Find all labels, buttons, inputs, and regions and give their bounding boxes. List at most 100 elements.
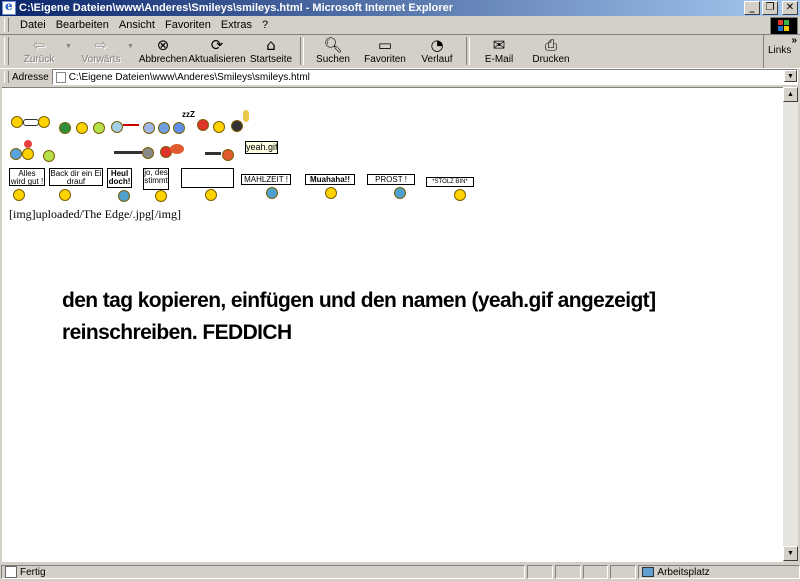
chevron-icon[interactable]: » (791, 35, 797, 46)
windows-logo-icon (770, 17, 798, 35)
peace-hand-icon (243, 110, 249, 122)
scroll-up-button[interactable]: ▲ (783, 87, 798, 102)
vertical-scrollbar[interactable]: ▲ ▼ (783, 87, 798, 561)
address-bar: Adresse C:\Eigene Dateien\www\Anderes\Sm… (0, 68, 800, 85)
menu-bearbeiten[interactable]: Bearbeiten (51, 19, 114, 31)
refresh-icon: ⟳ (210, 36, 224, 54)
smiley-icon (76, 122, 88, 134)
smiley-icon (222, 149, 234, 161)
smiley-icon (43, 150, 55, 162)
zzz-icon: zzZ (182, 110, 195, 119)
back-button[interactable]: ⇦ Zurück (13, 35, 65, 66)
smiley-icon (22, 148, 34, 160)
smiley-icon (325, 187, 337, 199)
mail-icon: ✉ (492, 36, 506, 54)
menu-extras[interactable]: Extras (216, 19, 257, 31)
scroll-down-button[interactable]: ▼ (783, 546, 798, 561)
zone-pane: Arbeitsplatz (638, 565, 800, 579)
page-content: zzZ yeah.gif Alles wird gut ! Back dir e… (2, 87, 783, 562)
address-url[interactable]: C:\Eigene Dateien\www\Anderes\Smileys\sm… (69, 72, 310, 83)
mail-button[interactable]: ✉ E-Mail (473, 35, 525, 66)
favorites-folder-icon: ▭ (377, 36, 393, 54)
search-button[interactable]: 🔍︎ Suchen (307, 35, 359, 66)
address-input[interactable]: C:\Eigene Dateien\www\Anderes\Smileys\sm… (51, 69, 798, 85)
restore-button[interactable]: ❐ (762, 1, 778, 15)
sign-jo-des-stimmt: jo, des stimmt (143, 168, 169, 190)
back-dropdown-icon[interactable]: ▼ (65, 35, 75, 50)
party-smiley-icon (10, 148, 22, 160)
back-arrow-icon: ⇦ (32, 36, 46, 54)
search-icon: 🔍︎ (323, 36, 343, 54)
window-title: C:\Eigene Dateien\www\Anderes\Smileys\sm… (19, 2, 454, 14)
history-icon: ◔ (430, 36, 444, 54)
title-bar: C:\Eigene Dateien\www\Anderes\Smileys\sm… (0, 0, 800, 16)
minimize-button[interactable]: _ (744, 1, 760, 15)
page-done-icon (5, 566, 17, 578)
smiley-icon (266, 187, 278, 199)
flower-icon (24, 140, 32, 148)
smiley-icon (11, 116, 23, 128)
sign-mahlzeit: MAHLZEIT ! (241, 174, 291, 185)
gun-icon (205, 152, 221, 155)
forward-arrow-icon: ⇨ (94, 36, 108, 54)
instruction-text: den tag kopieren, einfügen und den namen… (62, 289, 656, 344)
smiley-icon (111, 121, 123, 133)
stop-button[interactable]: ⊗ Abbrechen (137, 35, 189, 66)
home-button[interactable]: ⌂ Startseite (245, 35, 297, 66)
menu-favoriten[interactable]: Favoriten (160, 19, 216, 31)
refresh-button[interactable]: ⟳ Aktualisieren (188, 35, 245, 66)
smiley-icon (118, 190, 130, 202)
yeah-gif-tooltip: yeah.gif (245, 141, 278, 154)
links-toolbar[interactable]: » Links (763, 35, 800, 68)
forward-button[interactable]: ⇨ Vorwärts (75, 35, 127, 66)
sleeping-smiley-icon (173, 122, 185, 134)
stop-icon: ⊗ (156, 36, 170, 54)
forward-dropdown-icon[interactable]: ▼ (127, 35, 137, 50)
status-bar: Fertig Arbeitsplatz (0, 563, 800, 581)
blood-icon (170, 144, 184, 154)
smiley-icon (213, 121, 225, 133)
menu-bar: Datei Bearbeiten Ansicht Favoriten Extra… (0, 16, 800, 35)
smiley-icon (205, 189, 217, 201)
smiley-icon (394, 187, 406, 199)
menu-datei[interactable]: Datei (15, 19, 51, 31)
glasses-icon (23, 119, 39, 126)
computer-icon (642, 567, 655, 577)
sign-heul-doch: Heul doch! (107, 168, 132, 188)
smiley-icon (158, 122, 170, 134)
ie-icon (2, 0, 16, 15)
smiley-icon (13, 189, 25, 201)
smiley-icon (38, 116, 50, 128)
print-button[interactable]: ⎙ Drucken (525, 35, 577, 66)
smiley-icon (142, 147, 154, 159)
gun-icon (114, 151, 144, 154)
favorites-button[interactable]: ▭ Favoriten (359, 35, 411, 66)
smiley-icon (93, 122, 105, 134)
smiley-icon (59, 189, 71, 201)
rocker-smiley-icon (231, 120, 243, 132)
address-label: Adresse (12, 71, 49, 83)
smiley-icon (454, 189, 466, 201)
smiley-icon (197, 119, 209, 131)
menu-ansicht[interactable]: Ansicht (114, 19, 160, 31)
smiley-icon (143, 122, 155, 134)
close-button[interactable]: ✕ (782, 1, 798, 15)
page-icon (55, 71, 66, 83)
status-text-pane: Fertig (1, 565, 525, 579)
sign-alles-wird-gut: Alles wird gut ! (9, 168, 45, 186)
sign-stolz-bin: *STOLZ BIN* (426, 177, 474, 187)
arrow-icon (123, 124, 139, 126)
globe-icon (59, 122, 71, 134)
history-button[interactable]: ◔ Verlauf (411, 35, 463, 66)
address-dropdown-button[interactable]: ▼ (784, 70, 797, 82)
sign-back-dir-ein-ei-drauf: Back dir ein Ei drauf (49, 168, 103, 186)
home-icon: ⌂ (266, 36, 276, 54)
menu-help[interactable]: ? (257, 19, 273, 31)
blank-sign (181, 168, 234, 188)
sign-muahaha: Muahaha!! (305, 174, 355, 185)
img-tag-text: [img]uploaded/The Edge/.jpg[/img] (9, 207, 181, 221)
sign-prost: PROST ! (367, 174, 415, 185)
smiley-icon (155, 190, 167, 202)
standard-toolbar: ⇦ Zurück ▼ ⇨ Vorwärts ▼ ⊗ Abbrechen ⟳ Ak… (0, 35, 800, 69)
printer-icon: ⎙ (544, 36, 557, 54)
